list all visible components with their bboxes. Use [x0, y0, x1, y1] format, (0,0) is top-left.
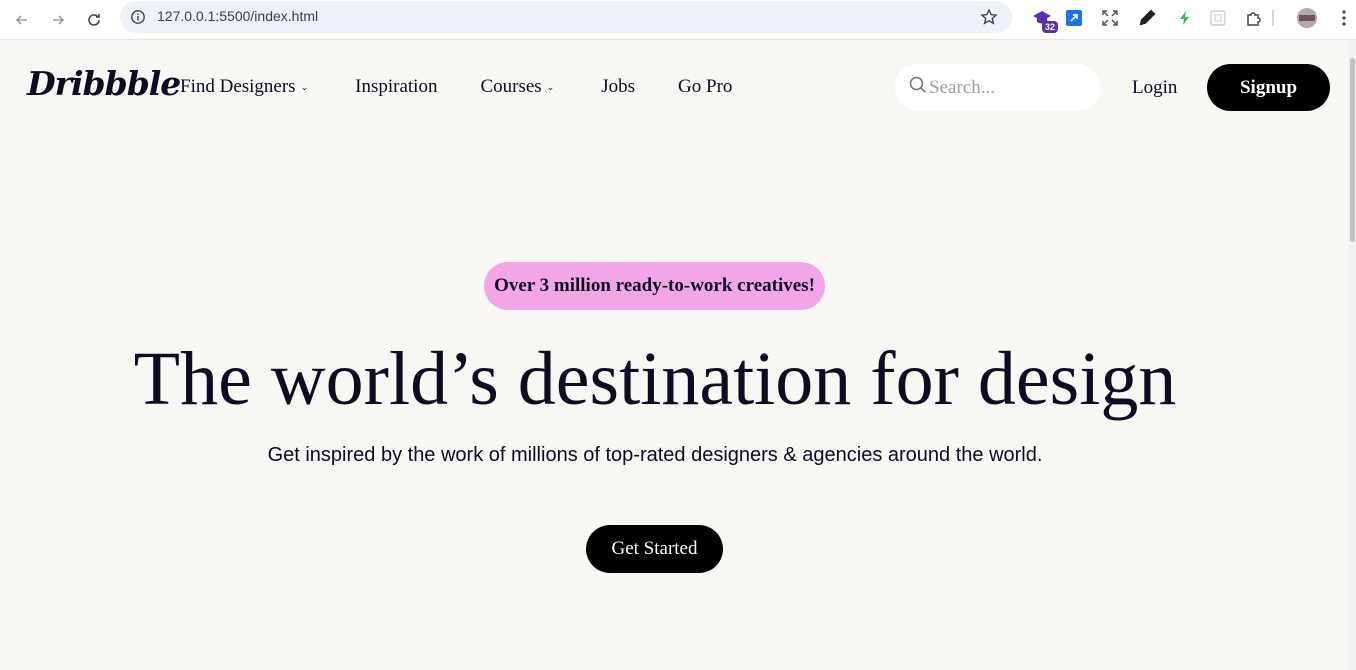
extension-badge: 32 — [1041, 21, 1058, 33]
puzzle-extensions-icon[interactable] — [1242, 6, 1266, 30]
nav-item-label: Courses — [480, 76, 542, 97]
toolbar-divider — [1272, 10, 1274, 26]
url-text[interactable]: 127.0.0.1:5500/index.html — [157, 8, 318, 24]
chevron-down-icon: ⌄ — [300, 81, 309, 92]
nav-item-label: Go Pro — [678, 76, 733, 97]
bookmark-star-icon[interactable] — [980, 8, 998, 31]
external-link-extension-icon[interactable] — [1062, 6, 1086, 30]
search-box[interactable] — [895, 64, 1100, 111]
nav-item-label: Jobs — [601, 76, 636, 97]
nav-item-label: Inspiration — [355, 76, 438, 97]
address-bar[interactable]: 127.0.0.1:5500/index.html — [120, 1, 1012, 33]
eyedropper-extension-icon[interactable] — [1135, 6, 1159, 30]
site-info-icon[interactable] — [130, 9, 146, 30]
search-input[interactable] — [929, 76, 1089, 99]
search-icon — [909, 76, 927, 99]
grid-extension-icon[interactable] — [1206, 6, 1230, 30]
fullscreen-extension-icon[interactable] — [1098, 6, 1122, 30]
chevron-down-icon: ⌄ — [546, 81, 555, 92]
kebab-menu-icon[interactable] — [1332, 6, 1356, 30]
nav-item-label: Find Designers — [180, 76, 296, 97]
lightning-extension-icon[interactable] — [1173, 6, 1197, 30]
login-link[interactable]: Login — [1132, 77, 1177, 99]
page-scrollbar[interactable] — [1348, 40, 1356, 670]
nav-go-pro[interactable]: Go Pro — [678, 76, 732, 98]
hero-subtitle: Get inspired by the work of millions of … — [267, 444, 1043, 466]
dribbble-logo[interactable]: Dribbble — [27, 64, 181, 103]
back-arrow-icon[interactable] — [8, 6, 36, 34]
nav-jobs[interactable]: Jobs — [601, 76, 635, 98]
reload-icon[interactable] — [80, 6, 108, 34]
get-started-button[interactable]: Get Started — [586, 525, 723, 573]
browser-toolbar: 127.0.0.1:5500/index.html 32 — [0, 0, 1356, 40]
creatives-badge: Over 3 million ready-to-work creatives! — [484, 262, 825, 310]
nav-courses[interactable]: Courses ⌄ — [480, 76, 554, 98]
profile-avatar-icon[interactable] — [1295, 6, 1319, 30]
signup-button[interactable]: Signup — [1207, 64, 1330, 111]
nav-inspiration[interactable]: Inspiration — [355, 76, 437, 98]
site-header: Dribbble Find Designers ⌄ Inspiration Co… — [0, 40, 1348, 134]
main-nav: Find Designers ⌄ Inspiration Courses ⌄ J… — [180, 76, 732, 98]
hero-title: The world’s destination for design — [133, 337, 1177, 421]
scrollbar-thumb[interactable] — [1350, 58, 1355, 242]
graduation-cap-extension-icon[interactable]: 32 — [1030, 6, 1058, 33]
forward-arrow-icon[interactable] — [44, 6, 72, 34]
nav-find-designers[interactable]: Find Designers ⌄ — [180, 76, 308, 98]
